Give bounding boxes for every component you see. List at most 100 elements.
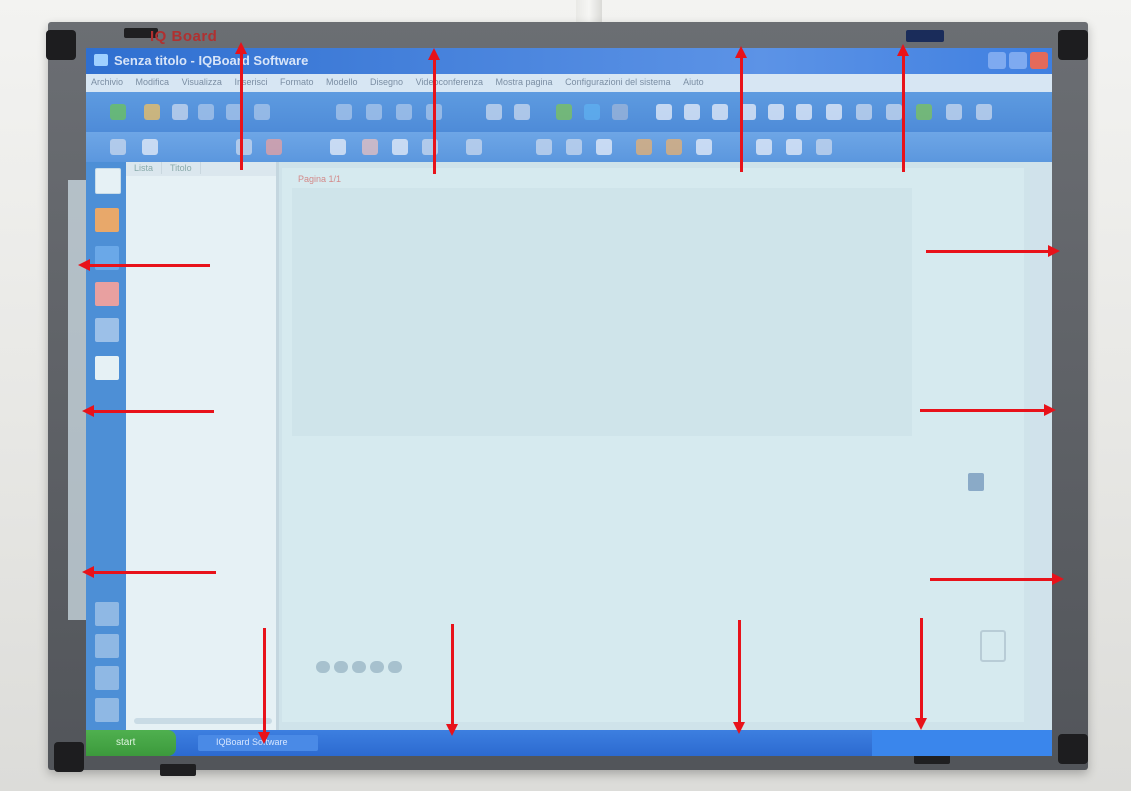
resource-library-icon[interactable]: [95, 208, 119, 232]
frame-mount-clip-bottom-left: [160, 764, 196, 776]
image-icon[interactable]: [636, 139, 652, 155]
arrow-right-3-shaft: [930, 578, 1052, 581]
arrow-down-1-head: [258, 732, 270, 744]
globe-icon[interactable]: [584, 104, 600, 120]
prev-page-icon[interactable]: [334, 661, 348, 673]
chart-tools-icon[interactable]: [95, 318, 119, 342]
copy-icon[interactable]: [366, 104, 382, 120]
menu-item-modello[interactable]: Modello: [321, 74, 363, 87]
table-icon[interactable]: [696, 139, 712, 155]
camera-icon[interactable]: [612, 104, 628, 120]
menu-item-videoconferenza[interactable]: Videoconferenza: [411, 74, 488, 87]
calculator-icon[interactable]: [856, 104, 872, 120]
arrow-right-2-head: [1044, 404, 1056, 416]
menu-item-archivio[interactable]: Archivio: [86, 74, 128, 87]
arrow-left-1-shaft: [90, 264, 210, 267]
settings-icon[interactable]: [946, 104, 962, 120]
arrow-left-2-head: [82, 405, 94, 417]
select-arrow-icon[interactable]: [110, 139, 126, 155]
media-icon[interactable]: [666, 139, 682, 155]
page-label: Pagina 1/1: [298, 174, 342, 184]
panel-tab-title[interactable]: Titolo: [162, 162, 201, 174]
add-page-icon[interactable]: [352, 661, 366, 673]
quick-tool-3-icon[interactable]: [95, 666, 119, 690]
first-page-icon[interactable]: [316, 661, 330, 673]
ruler-icon[interactable]: [756, 139, 772, 155]
save-icon[interactable]: [172, 104, 188, 120]
fill-icon[interactable]: [596, 139, 612, 155]
menu-item-aiuto[interactable]: Aiuto: [678, 74, 709, 87]
close-icon[interactable]: [1030, 52, 1048, 69]
app-icon: [94, 54, 108, 66]
quick-tool-2-icon[interactable]: [95, 634, 119, 658]
arrow-right-3-head: [1052, 573, 1064, 585]
menu-item-disegno[interactable]: Disegno: [365, 74, 408, 87]
last-page-icon[interactable]: [388, 661, 402, 673]
menu-item-configurazioni[interactable]: Configurazioni del sistema: [560, 74, 676, 87]
eraser-tool-icon[interactable]: [392, 139, 408, 155]
system-tray[interactable]: [872, 730, 1052, 756]
arrow-up-4-shaft: [902, 54, 905, 172]
attachments-icon[interactable]: [95, 356, 119, 380]
start-label: start: [116, 737, 136, 748]
clipboard-icon[interactable]: [968, 473, 984, 491]
eraser-icon[interactable]: [684, 104, 700, 120]
arrow-down-3-shaft: [738, 620, 741, 724]
protractor-icon[interactable]: [786, 139, 802, 155]
menu-item-inserisci[interactable]: Inserisci: [229, 74, 272, 87]
left-tool-sidebar: [86, 162, 126, 730]
panel-scrollbar[interactable]: [134, 718, 272, 724]
import-icon[interactable]: [254, 104, 270, 120]
redo-icon[interactable]: [486, 104, 502, 120]
paste-icon[interactable]: [396, 104, 412, 120]
recorder-icon[interactable]: [712, 104, 728, 120]
menu-item-modifica[interactable]: Modifica: [131, 74, 175, 87]
hand-icon[interactable]: [142, 139, 158, 155]
next-page-icon[interactable]: [370, 661, 384, 673]
arrow-up-2-shaft: [433, 58, 436, 174]
color-icon[interactable]: [362, 139, 378, 155]
desktop-mode-icon[interactable]: [976, 104, 992, 120]
keyboard-icon[interactable]: [886, 104, 902, 120]
trash-icon[interactable]: [980, 630, 1006, 662]
video-icon[interactable]: [768, 104, 784, 120]
open-icon[interactable]: [144, 104, 160, 120]
zoom-icon[interactable]: [514, 104, 530, 120]
whiteboard-canvas[interactable]: Pagina 1/1: [282, 168, 1024, 722]
pen-icon[interactable]: [236, 139, 252, 155]
line-width-icon[interactable]: [536, 139, 552, 155]
arrow-up-3-shaft: [740, 56, 743, 172]
arrow-up-2-head: [428, 48, 440, 60]
page-browser-icon[interactable]: [95, 168, 121, 194]
menu-item-visualizza[interactable]: Visualizza: [177, 74, 227, 87]
frame-corner-bottom-left: [54, 742, 84, 772]
menu-item-mostra-pagina[interactable]: Mostra pagina: [491, 74, 558, 87]
panel-tab-list[interactable]: Lista: [126, 162, 163, 174]
science-tools-icon[interactable]: [95, 282, 119, 306]
new-file-icon[interactable]: [110, 104, 126, 120]
quick-tool-4-icon[interactable]: [95, 698, 119, 722]
arrow-right-1-shaft: [926, 250, 1048, 253]
menu-item-formato[interactable]: Formato: [275, 74, 319, 87]
green-tool-icon[interactable]: [916, 104, 932, 120]
canvas-page-area[interactable]: [292, 188, 912, 436]
text-icon[interactable]: [566, 139, 582, 155]
start-button[interactable]: start: [86, 730, 176, 756]
print-icon[interactable]: [198, 104, 214, 120]
maximize-icon[interactable]: [1009, 52, 1027, 69]
quick-tool-1-icon[interactable]: [95, 602, 119, 626]
frame-corner-top-left: [46, 30, 76, 60]
arrow-down-4-head: [915, 718, 927, 730]
arrow-up-1-shaft: [240, 52, 243, 170]
line-style-icon[interactable]: [466, 139, 482, 155]
marker-icon[interactable]: [656, 104, 672, 120]
minimize-icon[interactable]: [988, 52, 1006, 69]
highlighter-icon[interactable]: [266, 139, 282, 155]
compass-icon[interactable]: [816, 139, 832, 155]
arrow-down-4-shaft: [920, 618, 923, 720]
brush-icon[interactable]: [330, 139, 346, 155]
gallery-icon[interactable]: [556, 104, 572, 120]
screen-shade-icon[interactable]: [796, 104, 812, 120]
cut-icon[interactable]: [336, 104, 352, 120]
spotlight-icon[interactable]: [826, 104, 842, 120]
